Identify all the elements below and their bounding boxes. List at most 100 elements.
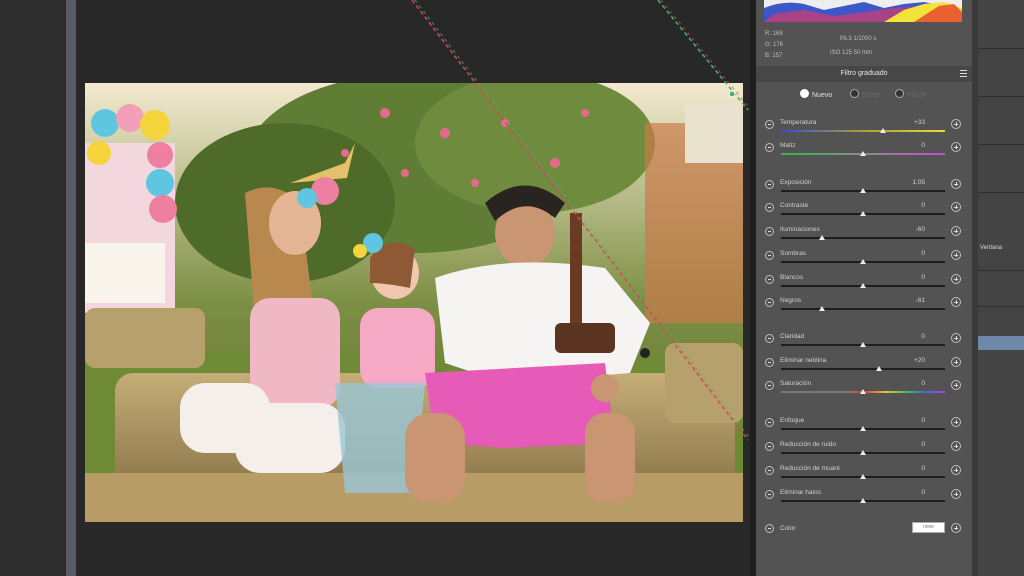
slider-minus-icon[interactable] — [765, 418, 774, 427]
mode-label: Editar — [862, 92, 881, 99]
mode-label: Pincel — [907, 92, 927, 99]
histogram — [764, 0, 962, 22]
slider-plus-icon[interactable] — [951, 441, 961, 451]
slider-track[interactable] — [781, 308, 945, 310]
slider-minus-icon[interactable] — [765, 442, 774, 451]
slider-minus-icon[interactable] — [765, 466, 774, 475]
slider-track[interactable] — [781, 130, 945, 132]
slider-thumb[interactable] — [819, 306, 825, 311]
slider-thumb[interactable] — [860, 498, 866, 503]
slider-thumb[interactable] — [860, 389, 866, 394]
slider-plus-icon[interactable] — [951, 489, 961, 499]
slider-plus-icon[interactable] — [951, 202, 961, 212]
slider-thumb[interactable] — [860, 474, 866, 479]
slider-value[interactable]: 1,05 — [880, 179, 925, 186]
slider-minus-icon[interactable] — [765, 203, 774, 212]
slider-plus-icon[interactable] — [951, 119, 961, 129]
slider-value[interactable]: 0 — [880, 380, 925, 387]
iso-info: ISO 125 50 mm — [830, 50, 873, 56]
slider-minus-icon[interactable] — [765, 180, 774, 189]
slider-minus-icon[interactable] — [765, 275, 774, 284]
slider-plus-icon[interactable] — [951, 465, 961, 475]
slider-label: Exposición — [780, 179, 812, 186]
slider-plus-icon[interactable] — [951, 250, 961, 260]
slider-thumb[interactable] — [860, 426, 866, 431]
color-minus-icon[interactable] — [765, 524, 774, 533]
exposure-info: f/6.3 1/1000 s — [840, 36, 877, 42]
radio-icon[interactable] — [850, 89, 859, 98]
slider-plus-icon[interactable] — [951, 417, 961, 427]
slider-thumb[interactable] — [819, 235, 825, 240]
slider-minus-icon[interactable] — [765, 143, 774, 152]
slider-value[interactable]: 0 — [880, 250, 925, 257]
slider-minus-icon[interactable] — [765, 490, 774, 499]
slider-value[interactable]: 0 — [880, 465, 925, 472]
slider-minus-icon[interactable] — [765, 120, 774, 129]
slider-value[interactable]: -60 — [880, 226, 925, 233]
photo-canvas[interactable] — [85, 83, 743, 522]
slider-track[interactable] — [781, 237, 945, 239]
slider-label: Saturación — [780, 380, 812, 387]
slider-value[interactable]: 0 — [880, 202, 925, 209]
slider-minus-icon[interactable] — [765, 227, 774, 236]
slider-plus-icon[interactable] — [951, 226, 961, 236]
slider-value[interactable]: 0 — [880, 333, 925, 340]
color-plus-icon[interactable] — [951, 523, 961, 533]
slider-plus-icon[interactable] — [951, 179, 961, 189]
slider-thumb[interactable] — [860, 188, 866, 193]
slider-label: Iluminaciones — [780, 226, 820, 233]
family-photo — [85, 83, 743, 522]
slider-plus-icon[interactable] — [951, 380, 961, 390]
dock-selected-item[interactable] — [978, 336, 1024, 350]
color-label: Color — [780, 525, 796, 532]
slider-plus-icon[interactable] — [951, 333, 961, 343]
panel-menu-icon[interactable] — [960, 70, 967, 77]
slider-value[interactable]: -61 — [880, 297, 925, 304]
slider-thumb[interactable] — [860, 151, 866, 156]
radio-icon[interactable] — [895, 89, 904, 98]
slider-plus-icon[interactable] — [951, 274, 961, 284]
slider-value[interactable]: 0 — [880, 142, 925, 149]
slider-minus-icon[interactable] — [765, 358, 774, 367]
slider-thumb[interactable] — [879, 128, 886, 133]
readout-b: B: 157 — [765, 53, 783, 59]
slider-thumb[interactable] — [860, 342, 866, 347]
slider-value[interactable]: 0 — [880, 441, 925, 448]
slider-value[interactable]: 0 — [880, 417, 925, 424]
slider-thumb[interactable] — [876, 366, 883, 371]
mode-nuevo[interactable]: Nuevo — [800, 89, 832, 99]
slider-thumb[interactable] — [860, 211, 866, 216]
slider-label: Blancos — [780, 274, 804, 281]
slider-value[interactable]: +33 — [880, 119, 925, 126]
slider-thumb[interactable] — [860, 259, 866, 264]
slider-minus-icon[interactable] — [765, 298, 774, 307]
slider-label: Reducción de muaré — [780, 465, 840, 472]
left-scrollbar[interactable] — [66, 0, 76, 576]
slider-track[interactable] — [781, 368, 945, 370]
readout-r: R: 168 — [765, 31, 783, 37]
slider-value[interactable]: +20 — [880, 357, 925, 364]
slider-minus-icon[interactable] — [765, 334, 774, 343]
slider-minus-icon[interactable] — [765, 251, 774, 260]
right-dock — [978, 0, 1024, 576]
slider-label: Reducción de ruido — [780, 441, 837, 448]
mode-pincel[interactable]: Pincel — [895, 89, 926, 99]
radio-icon[interactable] — [800, 89, 809, 98]
mode-label: Nuevo — [812, 92, 833, 99]
slider-plus-icon[interactable] — [951, 357, 961, 367]
color-swatch[interactable]: none — [912, 522, 945, 533]
slider-thumb[interactable] — [860, 450, 866, 455]
slider-value[interactable]: 0 — [880, 274, 925, 281]
slider-minus-icon[interactable] — [765, 381, 774, 390]
panel-title: Filtro graduado — [756, 66, 972, 82]
slider-label: Temperatura — [780, 119, 817, 126]
slider-plus-icon[interactable] — [951, 297, 961, 307]
left-toolbar — [0, 0, 66, 576]
slider-thumb[interactable] — [860, 283, 866, 288]
mode-editar[interactable]: Editar — [850, 89, 880, 99]
slider-plus-icon[interactable] — [951, 142, 961, 152]
slider-value[interactable]: 0 — [880, 489, 925, 496]
slider-label: Eliminar neblina — [780, 357, 827, 364]
dock-label[interactable]: Ventana — [980, 245, 1002, 251]
slider-label: Eliminar halos — [780, 489, 821, 496]
